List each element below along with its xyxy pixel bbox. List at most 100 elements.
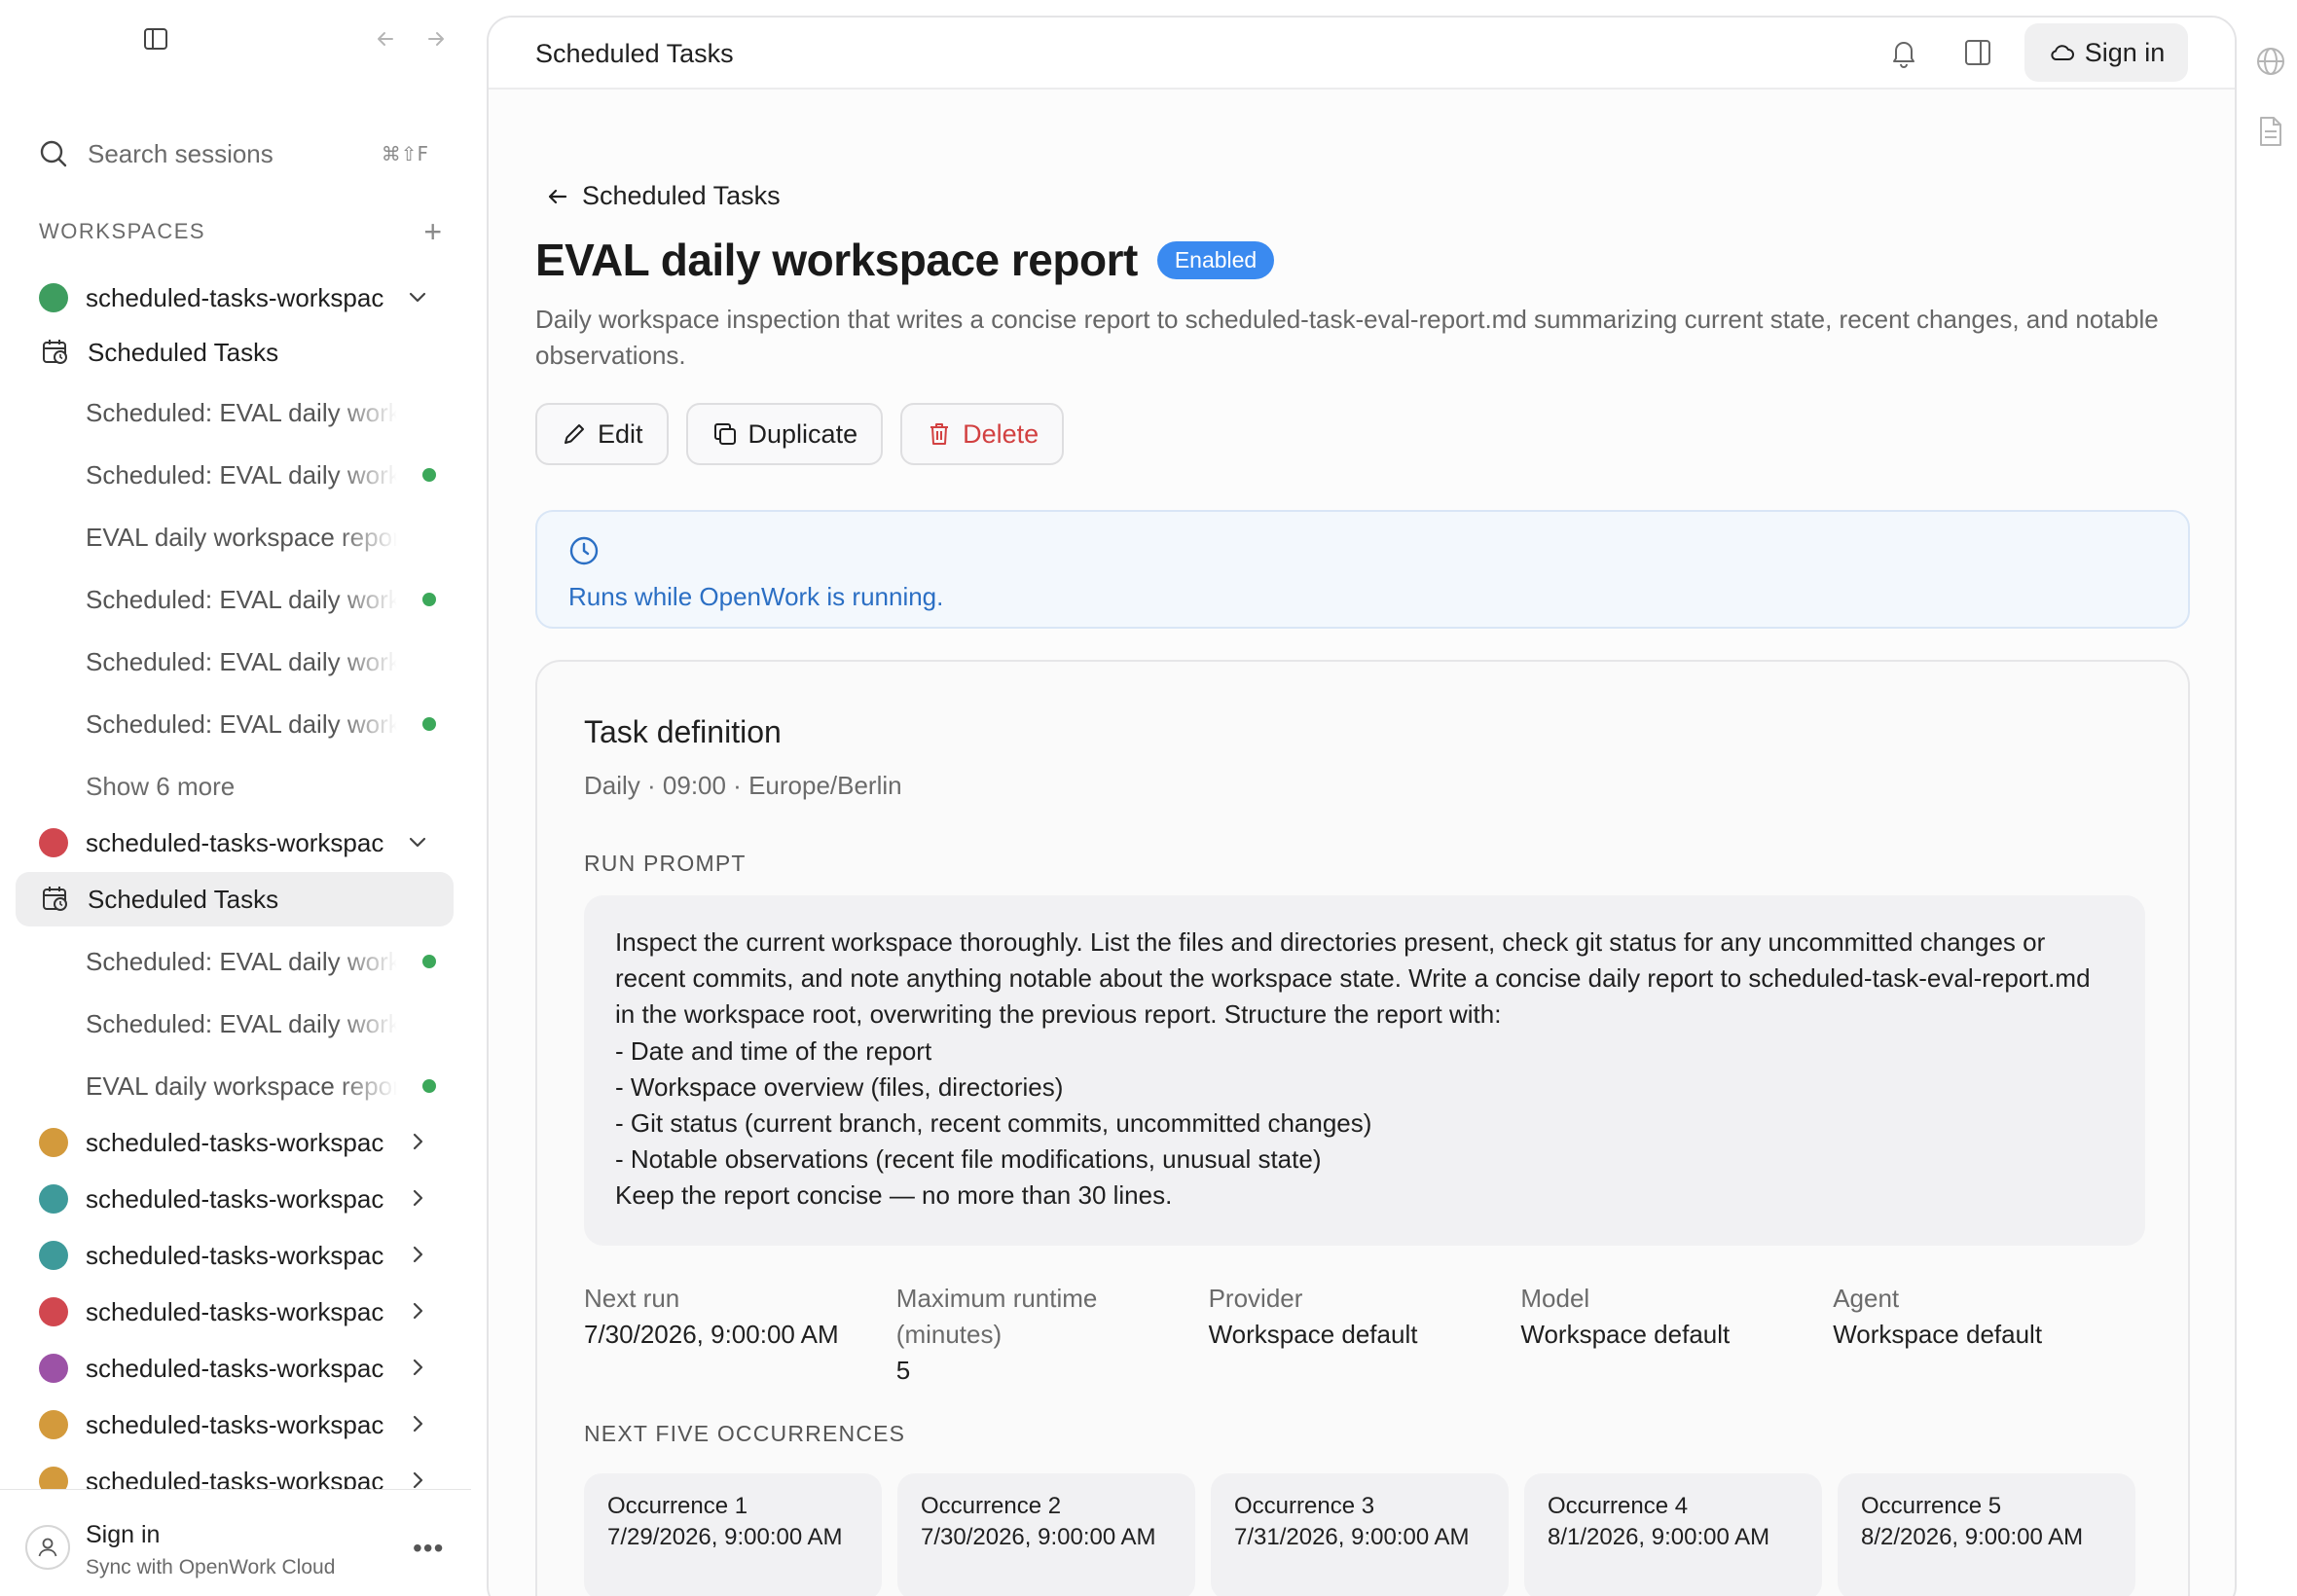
meta-key: Next run (584, 1284, 680, 1313)
meta-key: Agent (1833, 1284, 1900, 1313)
duplicate-button[interactable]: Duplicate (685, 403, 884, 465)
workspace-row[interactable]: scheduled-tasks-workspac (16, 1172, 454, 1226)
occurrence-card: Occurrence 5 8/2/2026, 9:00:00 AM (1838, 1473, 2135, 1596)
duplicate-label: Duplicate (747, 418, 858, 449)
arrow-left-icon (548, 189, 567, 203)
sign-in-button[interactable]: Sign in (2024, 23, 2188, 82)
clock-icon (569, 536, 599, 565)
occurrence-value: 7/29/2026, 9:00:00 AM (607, 1524, 843, 1550)
runtime-notice: Runs while OpenWork is running. (535, 510, 2190, 629)
chevron-right-icon[interactable] (405, 1129, 430, 1154)
workspace-row[interactable]: scheduled-tasks-workspac (16, 1285, 454, 1339)
page-title: Scheduled Tasks (535, 39, 734, 68)
workspaces-title: WORKSPACES (39, 219, 206, 243)
session-item[interactable]: EVAL daily workspace report (16, 510, 454, 564)
workspace-color-dot (39, 1410, 68, 1439)
chevron-right-icon[interactable] (405, 1185, 430, 1211)
session-item[interactable]: Scheduled: EVAL daily workspace report (16, 934, 454, 989)
session-item[interactable]: Scheduled: EVAL daily workspace report (16, 997, 454, 1051)
workspace-row[interactable]: scheduled-tasks-workspac (16, 1228, 454, 1283)
session-item[interactable]: Scheduled: EVAL daily workspace report (16, 385, 454, 440)
edit-button[interactable]: Edit (535, 403, 669, 465)
sidebar: Search sessions ⌘⇧F WORKSPACES + schedul… (0, 0, 471, 1596)
workspace-name: scheduled-tasks-workspac (86, 827, 384, 857)
chevron-right-icon[interactable] (405, 1298, 430, 1324)
chevron-right-icon[interactable] (405, 1411, 430, 1436)
workspace-row[interactable]: scheduled-tasks-workspac (16, 1397, 454, 1452)
workspace-color-dot (39, 1297, 68, 1326)
globe-icon[interactable] (2254, 45, 2287, 78)
document-icon[interactable] (2256, 115, 2285, 148)
workspace-row[interactable]: scheduled-tasks-workspac (16, 1341, 454, 1396)
workspace-row[interactable]: scheduled-tasks-workspac (16, 1115, 454, 1170)
show-more-link[interactable]: Show 6 more (16, 759, 454, 814)
forward-arrow-icon[interactable] (419, 21, 454, 56)
occurrence-card: Occurrence 4 8/1/2026, 9:00:00 AM (1524, 1473, 1822, 1596)
unread-dot (422, 1079, 436, 1093)
occurrence-label: Occurrence 5 (1861, 1493, 2002, 1519)
scheduled-tasks-label: Scheduled Tasks (88, 337, 279, 367)
workspace-name: scheduled-tasks-workspac (86, 1183, 384, 1214)
workspace-name: scheduled-tasks-workspac (86, 1296, 384, 1326)
session-item[interactable]: Scheduled: EVAL daily workspace report (16, 448, 454, 502)
footer-signin-label: Sign in (86, 1521, 161, 1548)
footer-subtitle: Sync with OpenWork Cloud (86, 1556, 336, 1578)
unread-dot (422, 717, 436, 731)
workspace-name: scheduled-tasks-workspac (86, 1353, 384, 1383)
occurrence-value: 8/1/2026, 9:00:00 AM (1548, 1524, 1770, 1550)
sidebar-footer[interactable]: Sign in Sync with OpenWork Cloud ••• (0, 1489, 471, 1596)
task-description: Daily workspace inspection that writes a… (535, 305, 2159, 370)
chevron-right-icon[interactable] (405, 1242, 430, 1267)
session-item[interactable]: Scheduled: EVAL daily workspace report (16, 635, 454, 689)
workspace-name: scheduled-tasks-workspac (86, 1409, 384, 1439)
back-arrow-icon[interactable] (368, 21, 403, 56)
sidebar-item-scheduled-tasks[interactable]: Scheduled Tasks (16, 325, 454, 380)
session-label: EVAL daily workspace report (86, 1070, 397, 1101)
workspace-color-dot (39, 1128, 68, 1157)
sidebar-item-scheduled-tasks[interactable]: Scheduled Tasks (16, 872, 454, 926)
search-label: Search sessions (88, 138, 273, 168)
task-header: EVAL daily workspace report Enabled (535, 234, 1275, 286)
workspace-row[interactable]: scheduled-tasks-workspac (16, 271, 454, 325)
occurrence-value: 8/2/2026, 9:00:00 AM (1861, 1524, 2084, 1550)
session-item[interactable]: Scheduled: EVAL daily workspace report (16, 697, 454, 751)
session-label: Scheduled: EVAL daily workspace report (86, 459, 397, 490)
bell-icon[interactable] (1886, 35, 1921, 70)
meta-key: Provider (1208, 1284, 1303, 1313)
session-label: Scheduled: EVAL daily workspace report (86, 946, 397, 976)
session-item[interactable]: Scheduled: EVAL daily workspace report (16, 572, 454, 627)
search-sessions[interactable]: Search sessions ⌘⇧F (23, 128, 442, 179)
edit-label: Edit (598, 418, 643, 449)
meta-value: 7/30/2026, 9:00:00 AM (584, 1320, 839, 1349)
workspace-row[interactable]: scheduled-tasks-workspac (16, 816, 454, 870)
calendar-clock-icon (43, 340, 67, 364)
occurrence-label: Occurrence 2 (921, 1493, 1062, 1519)
sidebar-toggle-icon[interactable] (138, 21, 173, 56)
add-workspace-icon[interactable]: + (423, 216, 442, 247)
occurrence-label: Occurrence 3 (1234, 1493, 1375, 1519)
occurrence-card: Occurrence 3 7/31/2026, 9:00:00 AM (1211, 1473, 1509, 1596)
panel-toggle-icon[interactable] (1960, 35, 1995, 70)
chevron-down-icon[interactable] (405, 284, 430, 309)
task-meta: Next run 7/30/2026, 9:00:00 AM Maximum r… (584, 1281, 2145, 1389)
chevron-right-icon[interactable] (405, 1355, 430, 1380)
pencil-icon (565, 424, 584, 444)
workspace-name: scheduled-tasks-workspac (86, 282, 384, 312)
show-more-label: Show 6 more (86, 771, 236, 801)
delete-button[interactable]: Delete (900, 403, 1065, 465)
user-avatar-icon (25, 1525, 70, 1570)
session-label: Scheduled: EVAL daily workspace report (86, 397, 397, 427)
occurrence-value: 7/31/2026, 9:00:00 AM (1234, 1524, 1470, 1550)
sidebar-toolbar (0, 18, 471, 56)
unread-dot (422, 593, 436, 606)
trash-icon (930, 423, 949, 445)
chevron-down-icon[interactable] (405, 829, 430, 854)
session-label: Scheduled: EVAL daily workspace report (86, 584, 397, 614)
search-shortcut: ⌘⇧F (381, 142, 428, 165)
task-definition-card: Task definition Daily · 09:00 · Europe/B… (535, 660, 2190, 1596)
workspace-color-dot (39, 828, 68, 857)
session-item[interactable]: EVAL daily workspace report (16, 1059, 454, 1113)
meta-key: Maximum runtime (minutes) (895, 1284, 1098, 1349)
back-to-scheduled-tasks[interactable]: Scheduled Tasks (545, 181, 781, 211)
more-options-icon[interactable]: ••• (413, 1533, 444, 1564)
